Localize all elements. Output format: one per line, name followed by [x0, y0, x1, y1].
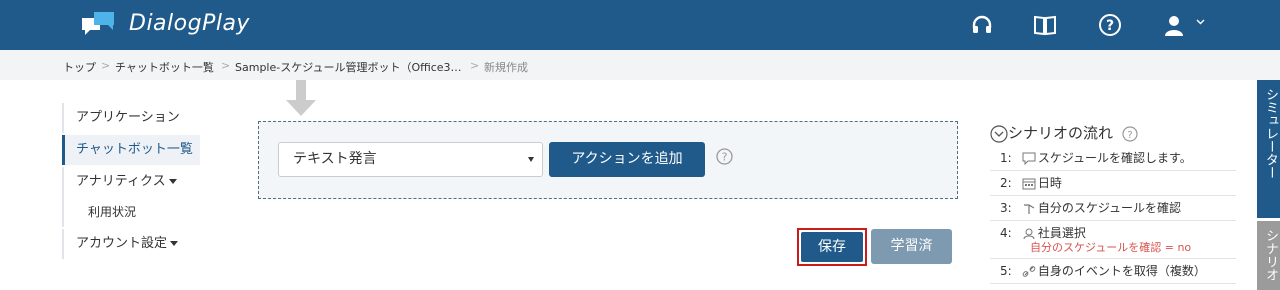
help-icon[interactable]: ?	[1122, 125, 1138, 142]
svg-text:?: ?	[722, 151, 728, 164]
breadcrumb-bot[interactable]: Sample-スケジュール管理ボット（Office3…	[235, 59, 462, 75]
speech-bubble-icon	[1022, 152, 1036, 165]
breadcrumb-top[interactable]: トップ	[63, 59, 96, 75]
simulator-tab[interactable]: シミュレーター	[1257, 80, 1280, 218]
scenario-step[interactable]: 1: スケジュールを確認します。	[990, 146, 1236, 171]
step-condition: 自分のスケジュールを確認 = no	[1030, 241, 1192, 254]
calendar-icon	[1022, 178, 1036, 190]
breadcrumb: トップ > チャットボット一覧 > Sample-スケジュール管理ボット（Off…	[0, 50, 1280, 80]
sidebar-item-usage[interactable]: 利用状況	[62, 197, 200, 227]
scenario-tab[interactable]: シナリオ	[1257, 221, 1280, 290]
top-navbar: DialogPlay ?	[0, 0, 1280, 50]
step-number: 5:	[1000, 264, 1012, 278]
chevron-down-circle-icon[interactable]	[990, 124, 1008, 143]
help-icon[interactable]: ?	[716, 148, 733, 165]
step-number: 4:	[1000, 226, 1012, 240]
sidebar-item-applications[interactable]: アプリケーション	[62, 103, 200, 133]
app-name: DialogPlay	[129, 11, 250, 36]
sidebar-item-label: チャットボット一覧	[76, 142, 193, 157]
scenario-flow-panel: シナリオの流れ ? 1: スケジュールを確認します。 2: 日時 3: 自分のス…	[990, 120, 1236, 284]
caret-down-icon	[168, 179, 177, 184]
user-icon[interactable]	[1162, 13, 1186, 37]
svg-text:?: ?	[1106, 18, 1114, 34]
link-icon	[1022, 266, 1036, 277]
save-button-label: 保存	[801, 232, 863, 262]
scenario-step[interactable]: 4: 社員選択 自分のスケジュールを確認 = no	[990, 221, 1236, 259]
step-label: 自分のスケジュールを確認	[1037, 201, 1181, 215]
breadcrumb-separator: >	[101, 59, 111, 72]
breadcrumb-separator: >	[470, 59, 480, 72]
step-label: スケジュールを確認します。	[1037, 151, 1192, 165]
caret-down-icon	[170, 241, 179, 246]
breadcrumb-current: 新規作成	[484, 61, 528, 74]
step-number: 1:	[1000, 151, 1012, 165]
breadcrumb-chatbot-list[interactable]: チャットボット一覧	[115, 59, 214, 75]
book-icon[interactable]	[1033, 13, 1057, 37]
scenario-flow-header[interactable]: シナリオの流れ ?	[990, 120, 1236, 146]
group-icon	[1023, 228, 1035, 240]
sidebar: アプリケーション チャットボット一覧 アナリティクス 利用状況 アカウント設定	[62, 103, 200, 259]
learned-button[interactable]: 学習済	[871, 229, 952, 264]
step-number: 2:	[1000, 176, 1012, 190]
scenario-flow-title: シナリオの流れ	[1008, 124, 1114, 142]
breadcrumb-separator: >	[221, 59, 231, 72]
scenario-step[interactable]: 3: 自分のスケジュールを確認	[990, 196, 1236, 221]
step-label: 社員選択	[1037, 226, 1086, 240]
step-label: 自身のイベントを取得（複数）	[1037, 264, 1206, 278]
scenario-step[interactable]: 5: 自身のイベントを取得（複数）	[990, 259, 1236, 284]
scenario-step[interactable]: 2: 日時	[990, 171, 1236, 196]
sidebar-item-analytics[interactable]: アナリティクス	[62, 167, 200, 197]
chevron-down-icon[interactable]	[1196, 19, 1205, 25]
branch-icon	[1023, 204, 1035, 214]
headset-icon[interactable]	[970, 13, 994, 37]
action-type-value: テキスト発言	[293, 151, 377, 167]
action-type-select[interactable]: テキスト発言	[278, 142, 543, 177]
help-icon[interactable]: ?	[1098, 13, 1122, 37]
sidebar-item-label: アナリティクス	[76, 174, 166, 189]
sidebar-item-label: アプリケーション	[76, 110, 180, 125]
sidebar-item-label: アカウント設定	[76, 236, 168, 251]
sidebar-item-label: 利用状況	[88, 205, 137, 219]
save-button[interactable]: 保存	[797, 228, 867, 266]
select-caret-icon	[528, 157, 534, 162]
step-label: 日時	[1037, 176, 1062, 190]
sidebar-item-chatbot-list[interactable]: チャットボット一覧	[62, 135, 200, 165]
svg-text:?: ?	[1127, 130, 1132, 141]
step-number: 3:	[1000, 201, 1012, 215]
flow-arrow-icon	[286, 80, 316, 116]
sidebar-item-account-settings[interactable]: アカウント設定	[62, 229, 200, 259]
logo-icon	[82, 12, 114, 35]
add-action-button[interactable]: アクションを追加	[549, 142, 705, 177]
